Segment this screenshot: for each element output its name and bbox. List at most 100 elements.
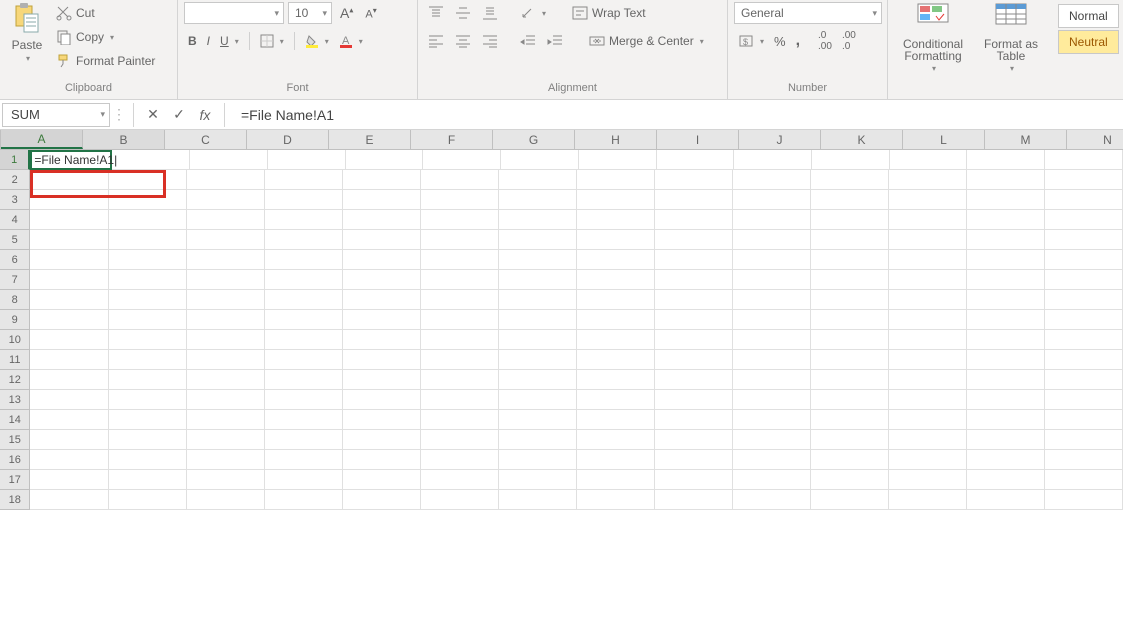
cell-A18[interactable] (30, 490, 108, 510)
cut-button[interactable]: Cut (52, 2, 159, 24)
cell-J6[interactable] (733, 250, 811, 270)
row-header-11[interactable]: 11 (0, 350, 30, 370)
increase-font-button[interactable]: A▴ (336, 2, 357, 24)
cell-F4[interactable] (421, 210, 499, 230)
cell-L17[interactable] (889, 470, 967, 490)
cell-I7[interactable] (655, 270, 733, 290)
cell-K8[interactable] (811, 290, 889, 310)
cell-B7[interactable] (109, 270, 187, 290)
cell-G8[interactable] (499, 290, 577, 310)
cell-G15[interactable] (499, 430, 577, 450)
cell-B12[interactable] (109, 370, 187, 390)
cell-M5[interactable] (967, 230, 1045, 250)
cell-A13[interactable] (30, 390, 108, 410)
column-header-K[interactable]: K (821, 130, 903, 149)
cell-K17[interactable] (811, 470, 889, 490)
cell-H4[interactable] (577, 210, 655, 230)
cell-G16[interactable] (499, 450, 577, 470)
cell-C6[interactable] (187, 250, 265, 270)
cell-E15[interactable] (343, 430, 421, 450)
cell-J18[interactable] (733, 490, 811, 510)
cell-J1[interactable] (734, 150, 812, 170)
cell-M16[interactable] (967, 450, 1045, 470)
cell-L15[interactable] (889, 430, 967, 450)
cell-C13[interactable] (187, 390, 265, 410)
cell-C15[interactable] (187, 430, 265, 450)
cell-H12[interactable] (577, 370, 655, 390)
cell-H11[interactable] (577, 350, 655, 370)
cell-K1[interactable] (812, 150, 890, 170)
cell-D11[interactable] (265, 350, 343, 370)
row-header-2[interactable]: 2 (0, 170, 30, 190)
cell-M3[interactable] (967, 190, 1045, 210)
row-header-9[interactable]: 9 (0, 310, 30, 330)
cell-H15[interactable] (577, 430, 655, 450)
cell-F8[interactable] (421, 290, 499, 310)
cell-D7[interactable] (265, 270, 343, 290)
cell-I14[interactable] (655, 410, 733, 430)
cell-I6[interactable] (655, 250, 733, 270)
cell-D1[interactable] (268, 150, 346, 170)
column-header-L[interactable]: L (903, 130, 985, 149)
cell-H10[interactable] (577, 330, 655, 350)
cell-E13[interactable] (343, 390, 421, 410)
cell-E8[interactable] (343, 290, 421, 310)
cell-C18[interactable] (187, 490, 265, 510)
cell-A6[interactable] (30, 250, 108, 270)
cell-B14[interactable] (109, 410, 187, 430)
cell-D18[interactable] (265, 490, 343, 510)
cell-G14[interactable] (499, 410, 577, 430)
italic-button[interactable]: I (203, 30, 214, 52)
cell-L11[interactable] (889, 350, 967, 370)
cell-L12[interactable] (889, 370, 967, 390)
cell-G7[interactable] (499, 270, 577, 290)
cell-A10[interactable] (30, 330, 108, 350)
cell-K9[interactable] (811, 310, 889, 330)
cell-H16[interactable] (577, 450, 655, 470)
row-header-17[interactable]: 17 (0, 470, 30, 490)
cell-B18[interactable] (109, 490, 187, 510)
cell-L2[interactable] (889, 170, 967, 190)
cell-F5[interactable] (421, 230, 499, 250)
cell-B13[interactable] (109, 390, 187, 410)
row-header-14[interactable]: 14 (0, 410, 30, 430)
cell-K10[interactable] (811, 330, 889, 350)
cell-H6[interactable] (577, 250, 655, 270)
cell-C11[interactable] (187, 350, 265, 370)
cell-B17[interactable] (109, 470, 187, 490)
cell-M14[interactable] (967, 410, 1045, 430)
cell-K11[interactable] (811, 350, 889, 370)
cell-D6[interactable] (265, 250, 343, 270)
cell-L10[interactable] (889, 330, 967, 350)
cell-F10[interactable] (421, 330, 499, 350)
cell-L3[interactable] (889, 190, 967, 210)
cell-B11[interactable] (109, 350, 187, 370)
cell-E16[interactable] (343, 450, 421, 470)
cell-N2[interactable] (1045, 170, 1123, 190)
cell-A9[interactable] (30, 310, 108, 330)
cell-A2[interactable] (30, 170, 108, 190)
cell-J16[interactable] (733, 450, 811, 470)
cell-C12[interactable] (187, 370, 265, 390)
cell-C5[interactable] (187, 230, 265, 250)
cell-J3[interactable] (733, 190, 811, 210)
copy-button[interactable]: Copy ▾ (52, 26, 159, 48)
column-header-B[interactable]: B (83, 130, 165, 149)
cell-B6[interactable] (109, 250, 187, 270)
cell-N14[interactable] (1045, 410, 1123, 430)
cell-I2[interactable] (655, 170, 733, 190)
cell-N15[interactable] (1045, 430, 1123, 450)
percent-button[interactable]: % (770, 30, 790, 52)
column-header-H[interactable]: H (575, 130, 657, 149)
cell-M17[interactable] (967, 470, 1045, 490)
cell-K12[interactable] (811, 370, 889, 390)
cell-B2[interactable] (109, 170, 187, 190)
cell-F9[interactable] (421, 310, 499, 330)
align-bottom-button[interactable] (478, 2, 502, 24)
cell-K5[interactable] (811, 230, 889, 250)
cell-M11[interactable] (967, 350, 1045, 370)
cell-G13[interactable] (499, 390, 577, 410)
cell-H1[interactable] (579, 150, 657, 170)
cell-G3[interactable] (499, 190, 577, 210)
cell-N7[interactable] (1045, 270, 1123, 290)
